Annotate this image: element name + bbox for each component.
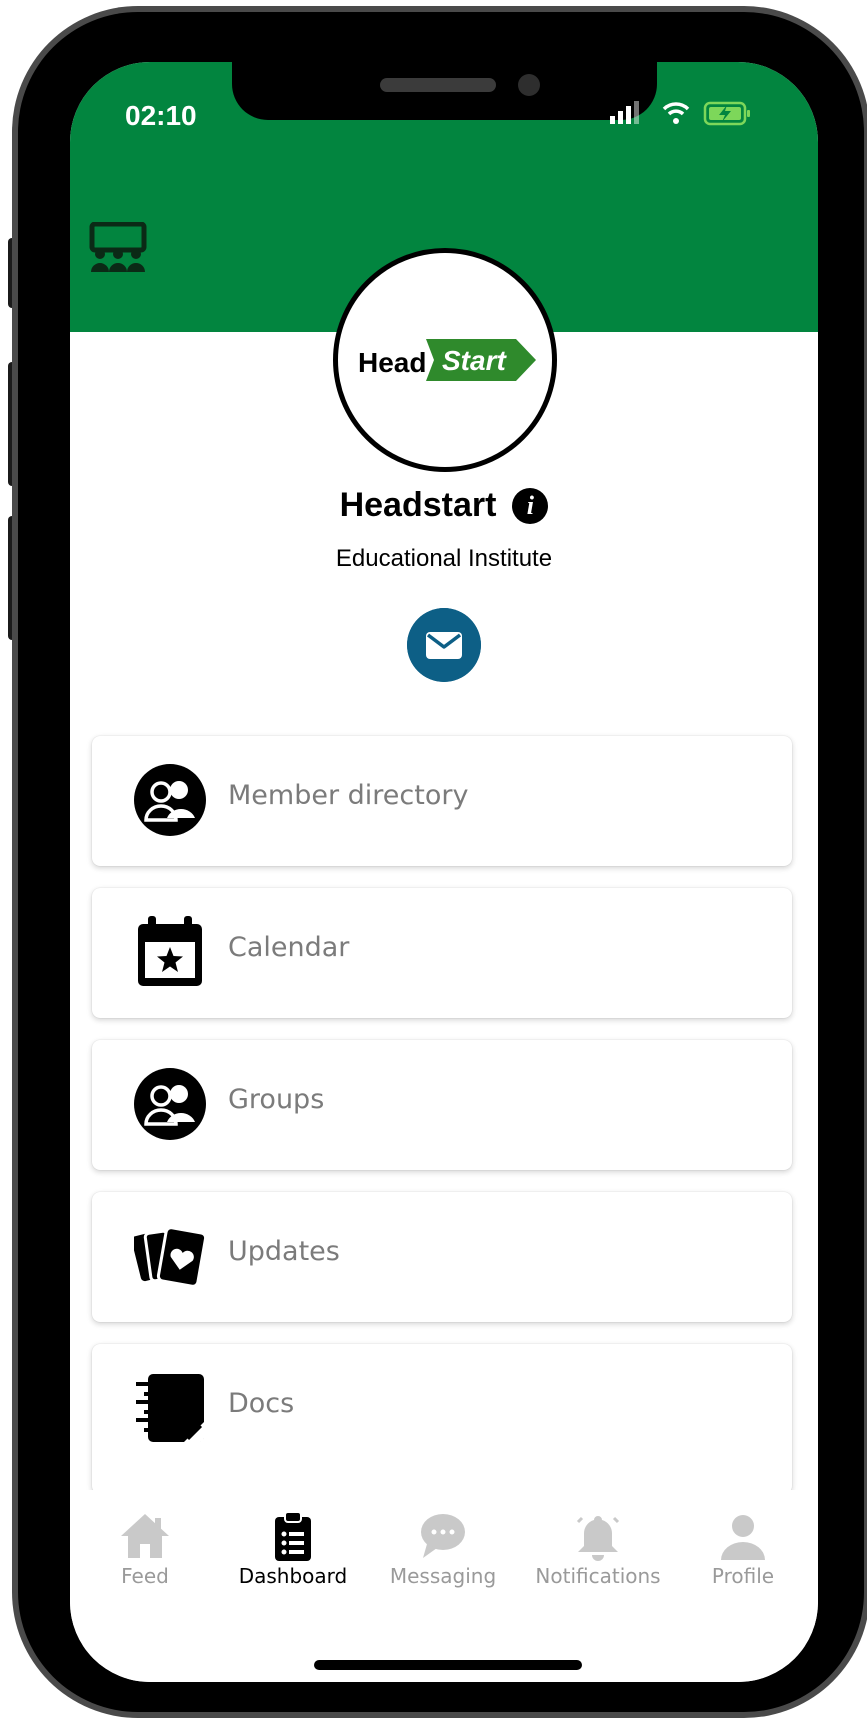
menu-item-label: Calendar	[228, 932, 350, 963]
menu-item-updates[interactable]: Updates	[92, 1192, 792, 1322]
tab-dashboard[interactable]: Dashboard	[228, 1510, 358, 1588]
home-indicator[interactable]	[314, 1660, 582, 1670]
tab-label: Profile	[711, 1564, 775, 1588]
clipboard-icon	[275, 1511, 311, 1561]
signal-icon	[610, 101, 639, 124]
status-icons	[610, 101, 750, 126]
menu-item-calendar[interactable]: Calendar	[92, 888, 792, 1018]
tab-profile[interactable]: Profile	[678, 1510, 808, 1588]
notebook-icon	[136, 1374, 204, 1442]
members-icon	[134, 764, 206, 836]
logo-start-text: Start	[442, 345, 506, 376]
menu-item-label: Docs	[228, 1388, 295, 1419]
menu-item-groups[interactable]: Groups	[92, 1040, 792, 1170]
phone-frame: 02:10 Head Start Headstart i Educational…	[18, 12, 864, 1712]
front-camera	[518, 74, 540, 96]
tab-feed[interactable]: Feed	[80, 1510, 210, 1588]
notch	[232, 62, 657, 120]
menu-item-label: Groups	[228, 1084, 325, 1115]
tab-label: Messaging	[389, 1564, 497, 1588]
app-screen: 02:10 Head Start Headstart i Educational…	[70, 62, 818, 1682]
person-icon	[721, 1515, 765, 1560]
menu-item-label: Member directory	[228, 780, 469, 811]
logo-head-text: Head	[358, 347, 427, 378]
audience-icon[interactable]	[88, 222, 148, 274]
org-logo: Head Start	[333, 248, 557, 472]
bell-icon	[576, 1516, 620, 1561]
groups-icon	[134, 1068, 206, 1140]
bottom-tab-bar: Feed Dashboard Messaging Notifications P…	[70, 1490, 818, 1682]
battery-charging-icon	[703, 101, 750, 126]
cards-heart-icon	[134, 1226, 206, 1288]
tab-label: Feed	[121, 1564, 169, 1588]
info-icon[interactable]: i	[512, 487, 549, 524]
calendar-star-icon	[138, 916, 202, 986]
menu-item-member-directory[interactable]: Member directory	[92, 736, 792, 866]
speaker	[380, 78, 496, 92]
email-button[interactable]	[407, 608, 481, 682]
org-type: Educational Institute	[335, 545, 553, 572]
chat-bubble-icon	[421, 1514, 465, 1558]
org-name: Headstart	[339, 486, 497, 524]
menu-item-docs[interactable]: Docs	[92, 1344, 792, 1494]
dashboard-menu: Member directory Calendar Groups Updates…	[92, 736, 792, 1494]
status-time: 02:10	[125, 100, 197, 131]
tab-notifications[interactable]: Notifications	[528, 1510, 668, 1588]
tab-label: Dashboard	[238, 1564, 348, 1588]
wifi-icon	[662, 102, 690, 124]
org-title-row: Headstart i	[70, 486, 818, 525]
tab-label: Notifications	[535, 1564, 661, 1588]
menu-item-label: Updates	[228, 1236, 340, 1267]
envelope-icon	[426, 632, 462, 659]
home-icon	[121, 1514, 169, 1558]
tab-messaging[interactable]: Messaging	[378, 1510, 508, 1588]
